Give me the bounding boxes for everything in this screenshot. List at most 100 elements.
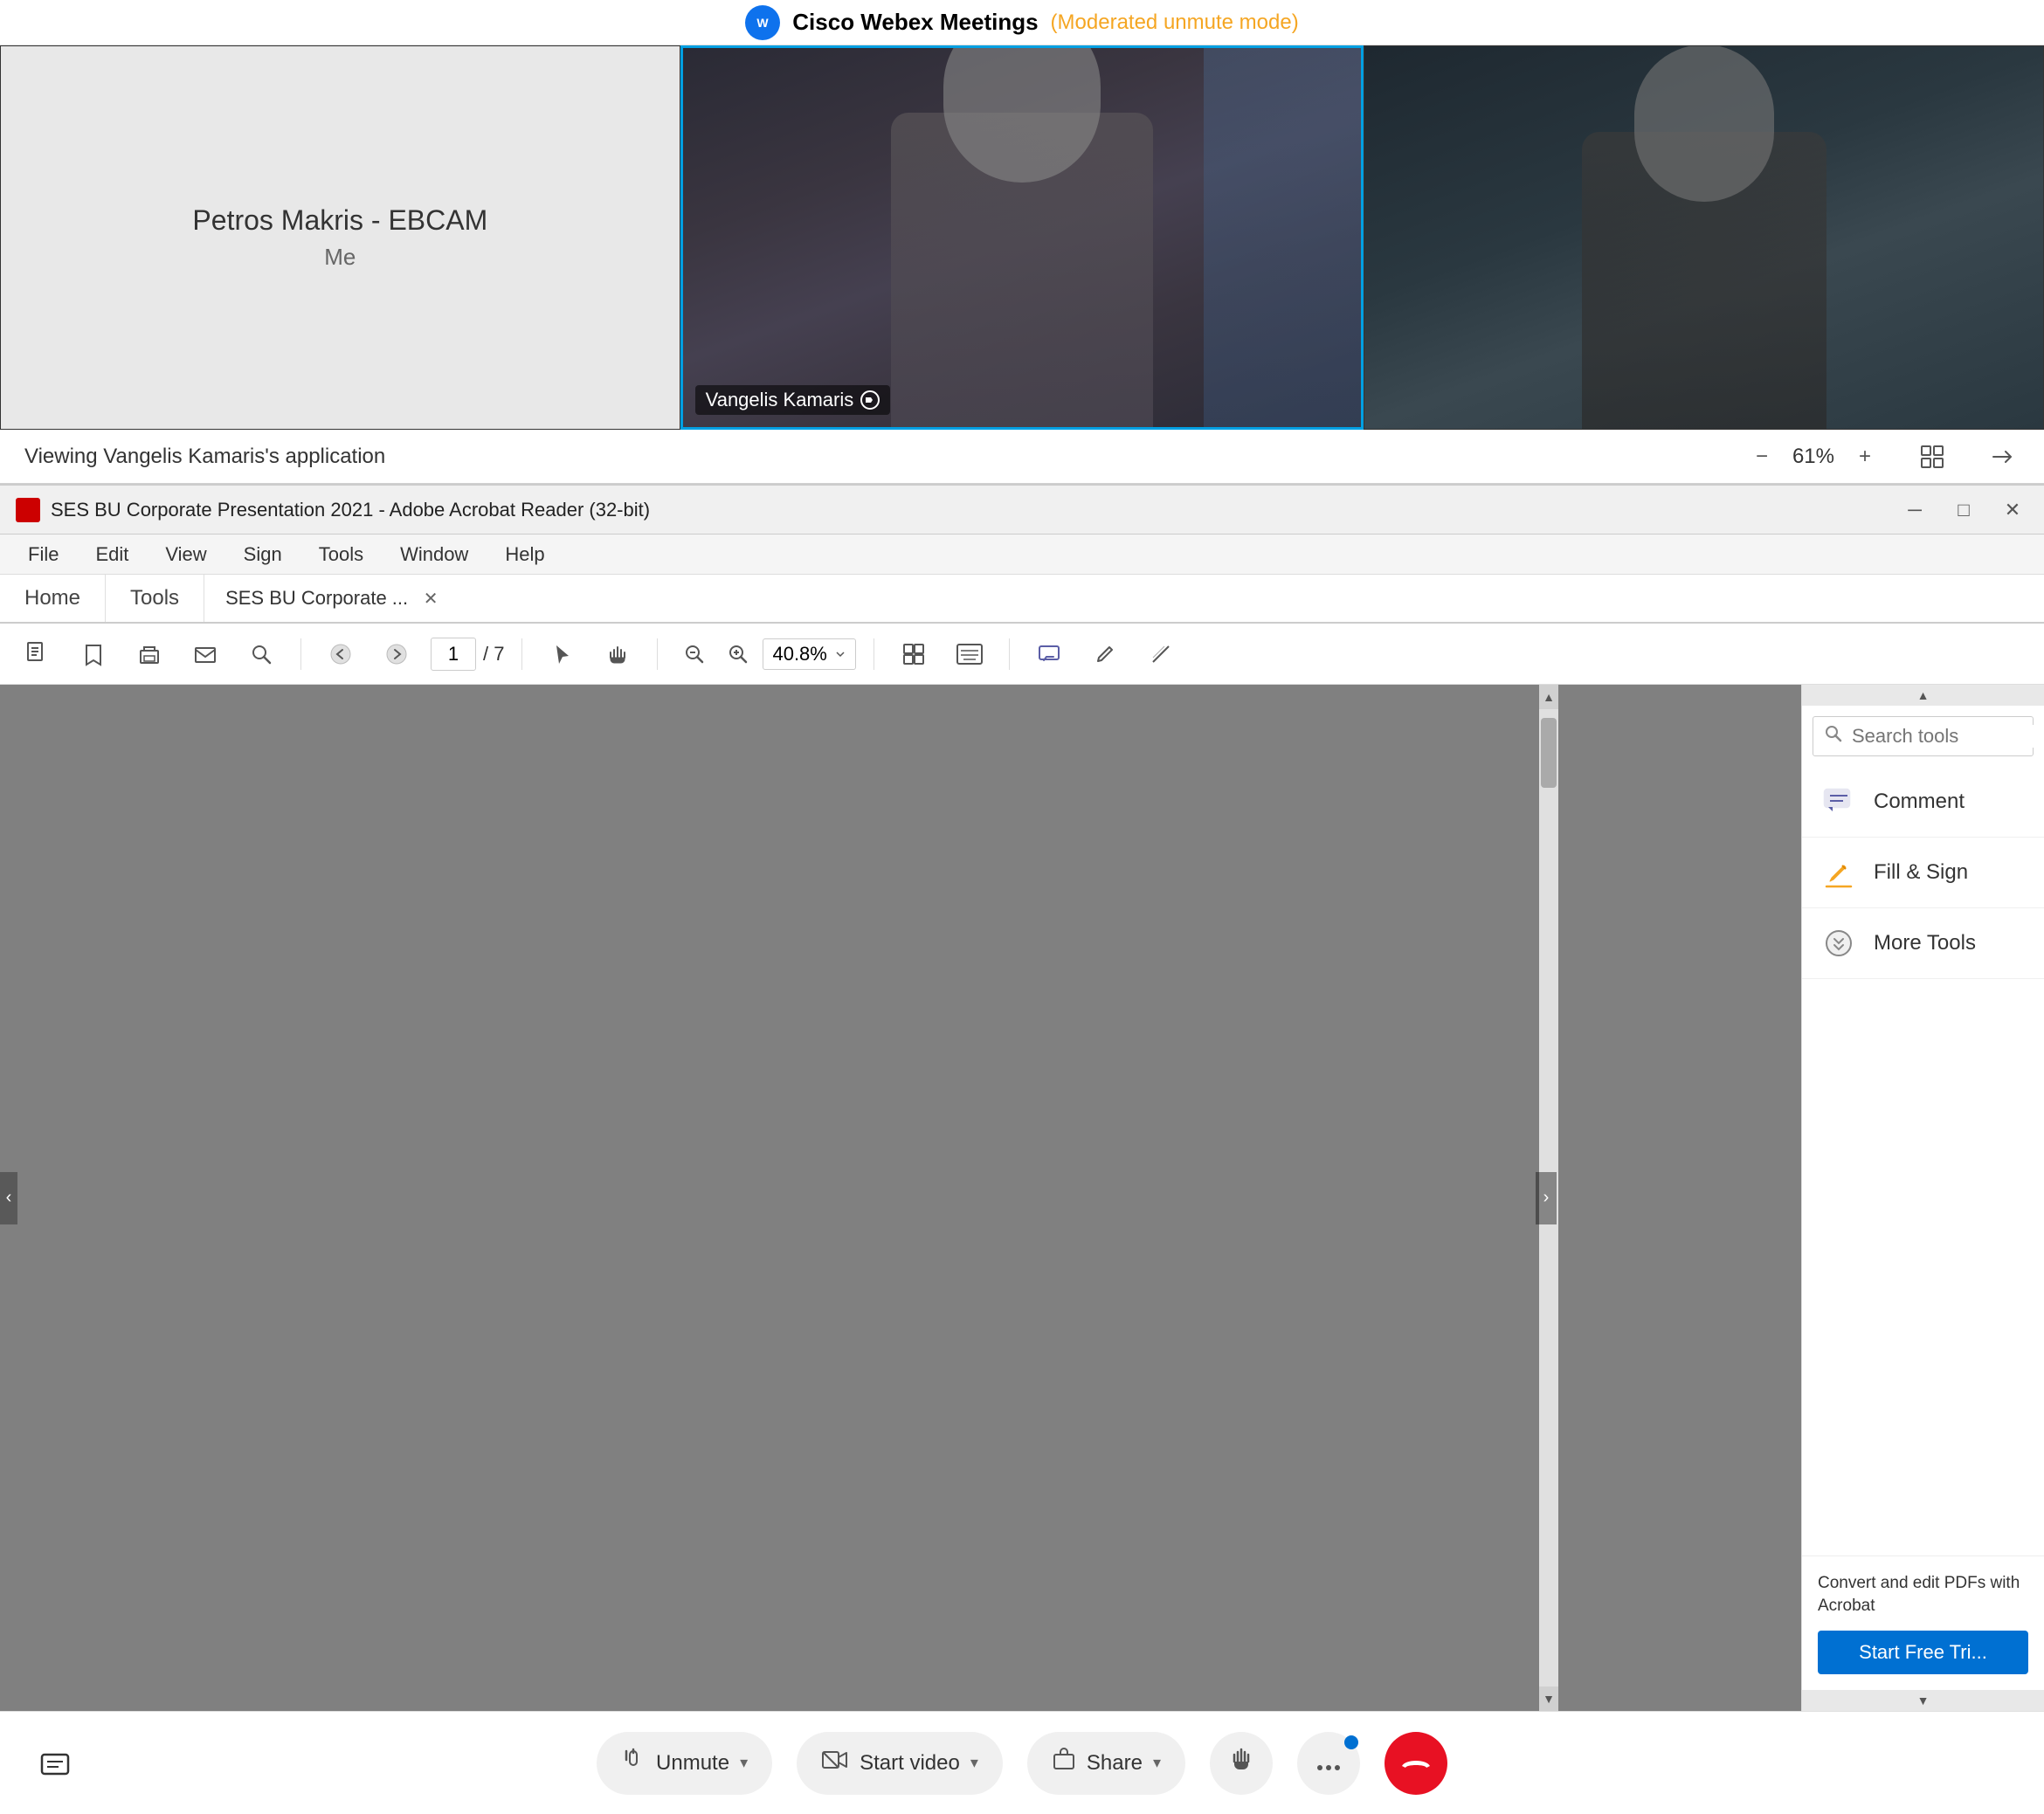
promo-start-trial-button[interactable]: Start Free Tri... [1818, 1631, 2028, 1674]
zoom-value: 61% [1792, 445, 1834, 469]
acrobat-content: ‹ ▲ ▼ [0, 685, 2044, 1711]
captions-button[interactable] [24, 1733, 86, 1794]
acrobat-tabbar: Home Tools SES BU Corporate ... ✕ [0, 575, 2044, 624]
raise-hand-button[interactable] [1210, 1732, 1273, 1795]
menu-sign[interactable]: Sign [228, 538, 298, 571]
video-icon [821, 1748, 849, 1778]
zoom-dropdown[interactable]: 40.8% [763, 638, 855, 670]
toolbar-bookmark-button[interactable] [72, 632, 115, 676]
unmute-icon [621, 1748, 646, 1778]
pdf-viewer[interactable]: ‹ ▲ ▼ [0, 685, 1801, 1711]
toolbar-search-button[interactable] [239, 632, 283, 676]
acrobat-titlebar: SES BU Corporate Presentation 2021 - Ado… [0, 486, 2044, 535]
scroll-thumb[interactable] [1541, 718, 1557, 788]
toolbar-prev-page-button[interactable] [319, 632, 363, 676]
tab-doc[interactable]: SES BU Corporate ... ✕ [204, 575, 2044, 622]
tool-item-more-tools[interactable]: More Tools [1802, 908, 2044, 979]
unmute-button[interactable]: Unmute ▾ [597, 1732, 772, 1795]
acrobat-window: SES BU Corporate Presentation 2021 - Ado… [0, 484, 2044, 1711]
recording-icon [860, 390, 880, 410]
toolbar-zoom-out-button[interactable] [675, 635, 714, 673]
unmute-chevron[interactable]: ▾ [740, 1754, 748, 1772]
tab-tools-label: Tools [130, 586, 179, 610]
share-button[interactable]: Share ▾ [1027, 1732, 1185, 1795]
promo-text: Convert and edit PDFs with Acrobat [1818, 1572, 2028, 1618]
self-participant-name: Petros Makris - EBCAM [192, 204, 487, 237]
toolbar-sep-3 [657, 638, 658, 670]
toolbar-email-button[interactable] [183, 632, 227, 676]
participant-label-kamaris: Vangelis Kamaris [695, 385, 891, 415]
toolbar-hand-button[interactable] [596, 632, 639, 676]
comment-tool-label: Comment [1874, 790, 1965, 814]
tools-spacer [1802, 979, 2044, 1555]
viewing-bar: Viewing Vangelis Kamaris's application −… [0, 430, 2044, 484]
zoom-out-button[interactable]: − [1747, 442, 1777, 472]
minimize-button[interactable]: ─ [1899, 494, 1930, 526]
comment-tool-icon [1820, 783, 1858, 821]
menu-edit[interactable]: Edit [79, 538, 144, 571]
acrobat-menubar: File Edit View Sign Tools Window Help [0, 535, 2044, 575]
scroll-down-button[interactable]: ▼ [1539, 1686, 1558, 1711]
zoom-dropdown-value: 40.8% [772, 643, 826, 666]
close-button[interactable]: ✕ [1997, 494, 2028, 526]
video-row: Petros Makris - EBCAM Me Vangelis Kamari… [0, 45, 2044, 430]
toolbar-pages-button[interactable] [16, 632, 59, 676]
more-tools-icon [1820, 924, 1858, 962]
page-number-input[interactable] [431, 638, 476, 671]
video-tile-self: Petros Makris - EBCAM Me [0, 45, 680, 430]
toolbar-comment-button[interactable] [1027, 632, 1071, 676]
toolbar-print-button[interactable] [128, 632, 171, 676]
toolbar-measure-button[interactable] [1139, 632, 1183, 676]
scroll-left-arrow[interactable]: ‹ [0, 1172, 17, 1224]
toolbar-zoom-in-button[interactable] [719, 635, 757, 673]
zoom-in-button[interactable]: + [1850, 442, 1880, 472]
tools-scroll-down[interactable]: ▼ [1802, 1690, 2044, 1711]
toolbar-view-mode-button[interactable] [892, 632, 936, 676]
toolbar-sep-2 [521, 638, 522, 670]
share-chevron[interactable]: ▾ [1153, 1754, 1161, 1772]
toolbar-next-page-button[interactable] [375, 632, 418, 676]
acrobat-toolbar: / 7 40.8% [0, 624, 2044, 685]
end-call-button[interactable] [1385, 1732, 1447, 1795]
maximize-button[interactable]: □ [1948, 494, 1979, 526]
tools-scroll-up[interactable]: ▲ [1802, 685, 2044, 706]
unmute-label: Unmute [656, 1751, 729, 1776]
page-navigation: / 7 [431, 638, 504, 671]
menu-help[interactable]: Help [489, 538, 560, 571]
scroll-up-button[interactable]: ▲ [1539, 685, 1558, 709]
tab-doc-close[interactable]: ✕ [418, 586, 443, 610]
share-options-icon[interactable] [1985, 439, 2020, 474]
raise-hand-icon [1227, 1746, 1255, 1780]
start-video-button[interactable]: Start video ▾ [797, 1732, 1003, 1795]
tools-panel: ▲ Comment Fill & Sign [1801, 685, 2044, 1711]
scroll-right-arrow[interactable]: › [1536, 1172, 1557, 1224]
tool-item-comment[interactable]: Comment [1802, 767, 2044, 838]
tab-home[interactable]: Home [0, 575, 106, 622]
toolbar-pen-button[interactable] [1083, 632, 1127, 676]
toolbar-sep-5 [1009, 638, 1010, 670]
webex-bottom-bar: Unmute ▾ Start video ▾ Share ▾ [0, 1711, 2044, 1814]
webex-mode: (Moderated unmute mode) [1051, 10, 1299, 35]
fill-sign-tool-icon [1820, 853, 1858, 892]
menu-view[interactable]: View [149, 538, 222, 571]
toolbar-sep-1 [300, 638, 301, 670]
menu-tools[interactable]: Tools [303, 538, 379, 571]
tools-search-input[interactable] [1852, 725, 2044, 748]
notification-dot [1344, 1735, 1358, 1749]
more-options-icon [1316, 1749, 1341, 1777]
menu-window[interactable]: Window [384, 538, 484, 571]
toolbar-select-button[interactable] [540, 632, 584, 676]
tools-search-box [1813, 716, 2034, 756]
webex-logo-icon: W [745, 5, 780, 40]
view-options-icon[interactable] [1915, 439, 1950, 474]
tab-home-label: Home [24, 586, 80, 610]
start-video-label: Start video [860, 1751, 960, 1776]
video-chevron[interactable]: ▾ [970, 1754, 978, 1772]
share-icon [1052, 1748, 1076, 1778]
more-options-button[interactable] [1297, 1732, 1360, 1795]
kamaris-name: Vangelis Kamaris [706, 389, 854, 411]
menu-file[interactable]: File [12, 538, 74, 571]
toolbar-keyboard-button[interactable] [948, 632, 991, 676]
tab-tools[interactable]: Tools [106, 575, 204, 622]
tool-item-fill-sign[interactable]: Fill & Sign [1802, 838, 2044, 908]
